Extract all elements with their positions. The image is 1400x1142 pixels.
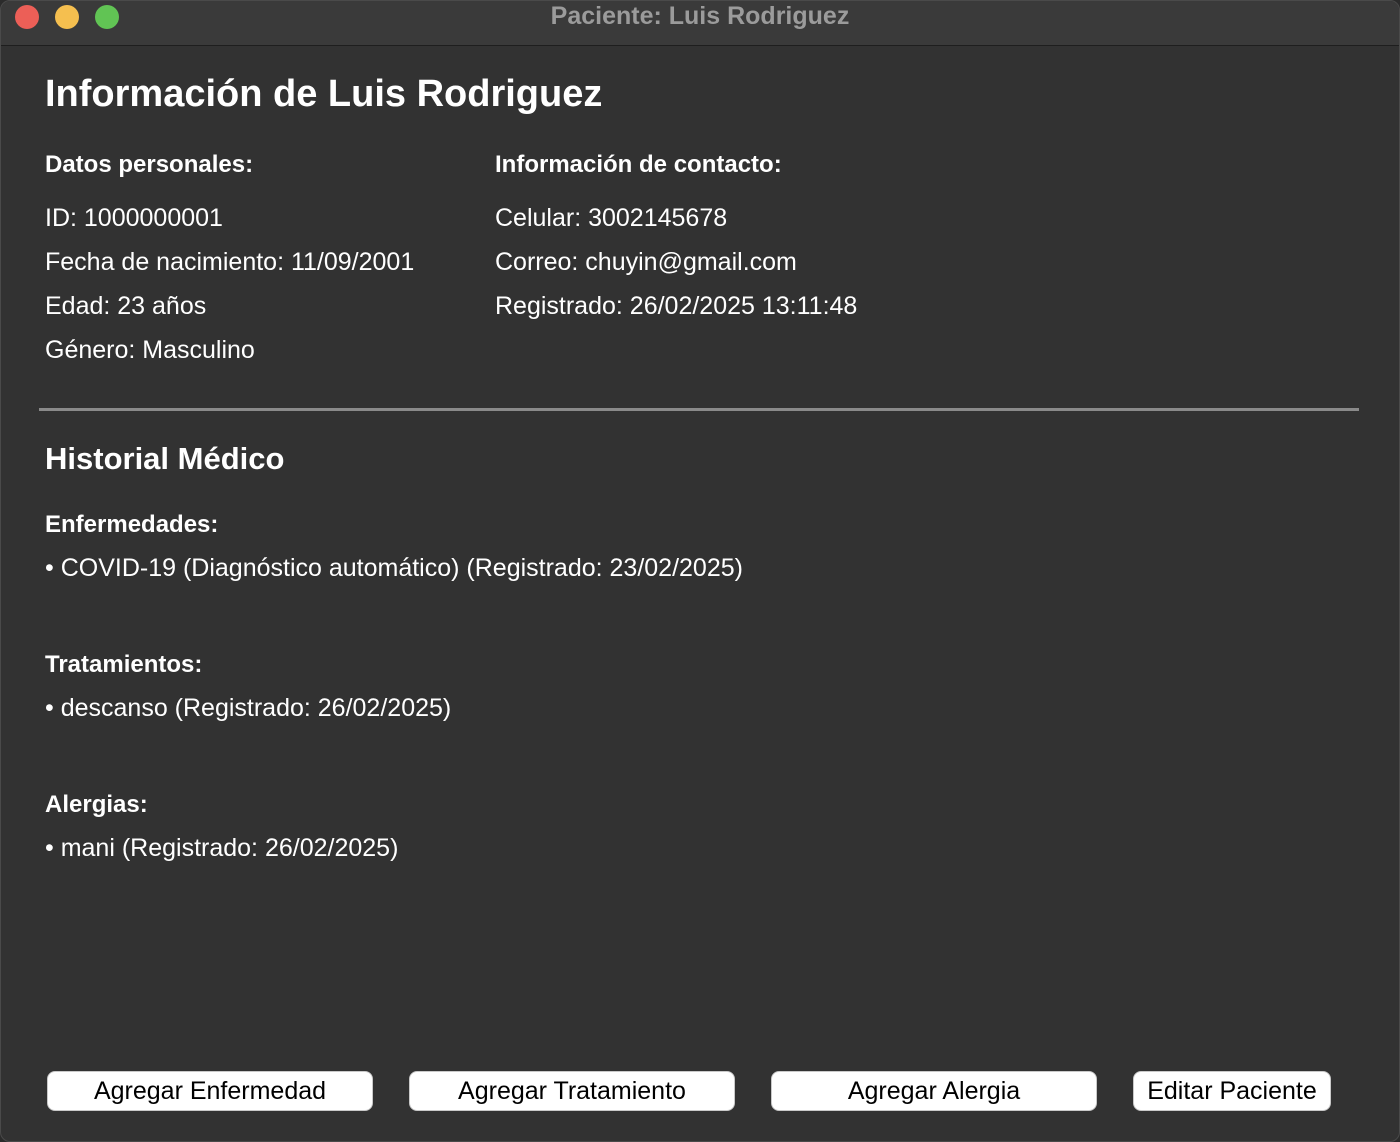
add-treatment-button[interactable]: Agregar Tratamiento [409,1071,735,1111]
section-divider [39,408,1359,411]
add-disease-button[interactable]: Agregar Enfermedad [47,1071,373,1111]
allergy-item: • mani (Registrado: 26/02/2025) [45,834,399,862]
edit-patient-button[interactable]: Editar Paciente [1133,1071,1331,1111]
allergies-title: Alergias: [45,791,148,818]
patient-info-heading: Información de Luis Rodriguez [45,73,603,115]
treatments-title: Tratamientos: [45,651,203,678]
treatment-item: • descanso (Registrado: 26/02/2025) [45,694,452,722]
window-title: Paciente: Luis Rodriguez [550,2,850,30]
add-allergy-button[interactable]: Agregar Alergia [771,1071,1097,1111]
disease-item: • COVID-19 (Diagnóstico automático) (Reg… [45,554,743,582]
patient-email: Correo: chuyin@gmail.com [495,248,797,276]
contact-info-title: Información de contacto: [495,151,782,178]
patient-age: Edad: 23 años [45,292,207,320]
title-bar[interactable]: Paciente: Luis Rodriguez [1,1,1399,46]
personal-data-title: Datos personales: [45,151,254,178]
birth-date: Fecha de nacimiento: 11/09/2001 [45,248,415,276]
diseases-title: Enfermedades: [45,511,219,538]
patient-gender: Género: Masculino [45,336,255,364]
patient-window: Paciente: Luis Rodriguez Información de … [0,0,1400,1142]
registration-date: Registrado: 26/02/2025 13:11:48 [495,292,858,320]
patient-phone: Celular: 3002145678 [495,204,728,232]
medical-history-heading: Historial Médico [45,441,285,476]
patient-id: ID: 1000000001 [45,204,223,232]
